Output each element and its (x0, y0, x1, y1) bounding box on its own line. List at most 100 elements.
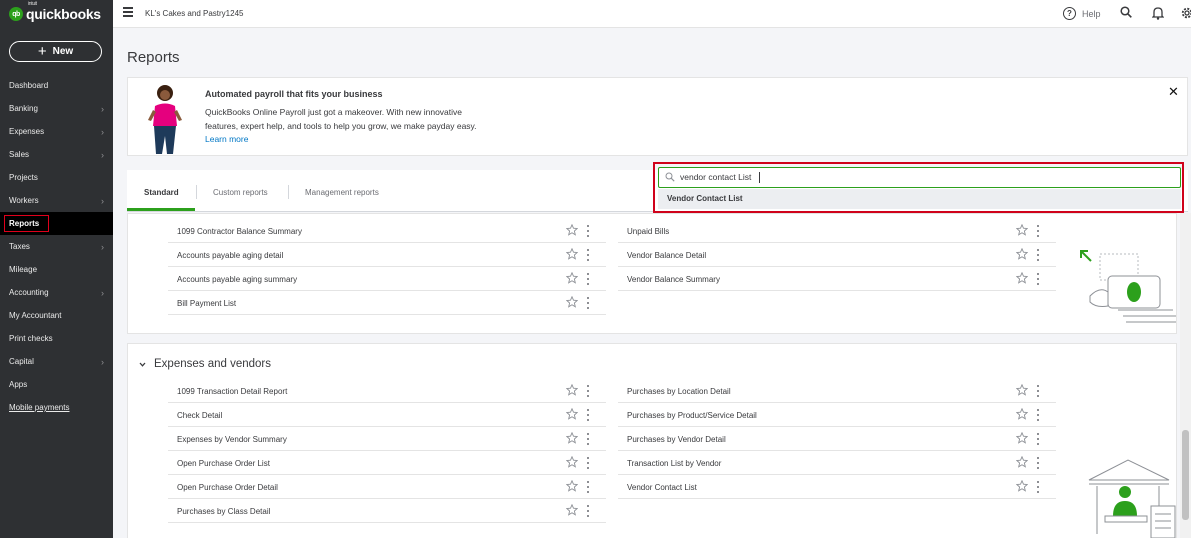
more-options-icon[interactable] (1036, 457, 1040, 469)
report-row[interactable]: Purchases by Vendor Detail (618, 427, 1056, 451)
more-options-icon[interactable] (1036, 481, 1040, 493)
report-row[interactable]: Purchases by Location Detail (618, 379, 1056, 403)
section-title[interactable]: Expenses and vendors (154, 358, 271, 370)
report-row[interactable]: Vendor Balance Summary (618, 267, 1056, 291)
report-link[interactable]: Expenses by Vendor Summary (177, 435, 287, 444)
sidebar-item-workers[interactable]: Workers › (0, 189, 113, 212)
star-favorite-icon[interactable] (1016, 456, 1028, 468)
star-favorite-icon[interactable] (1016, 272, 1028, 284)
report-row[interactable]: Transaction List by Vendor (618, 451, 1056, 475)
report-row[interactable]: Bill Payment List (168, 291, 606, 315)
report-row[interactable]: Check Detail (168, 403, 606, 427)
search-input[interactable] (680, 169, 1160, 185)
report-row[interactable]: Unpaid Bills (618, 219, 1056, 243)
help-icon[interactable]: ? (1063, 7, 1076, 20)
star-favorite-icon[interactable] (566, 224, 578, 236)
star-favorite-icon[interactable] (1016, 248, 1028, 260)
report-link[interactable]: Vendor Balance Summary (627, 275, 720, 284)
sidebar-item-banking[interactable]: Banking › (0, 97, 113, 120)
star-favorite-icon[interactable] (566, 296, 578, 308)
report-link[interactable]: Bill Payment List (177, 299, 236, 308)
sidebar-item-mileage[interactable]: Mileage (0, 258, 113, 281)
hamburger-menu-icon[interactable] (123, 7, 133, 17)
star-favorite-icon[interactable] (1016, 408, 1028, 420)
report-link[interactable]: Accounts payable aging detail (177, 251, 283, 260)
report-link[interactable]: Transaction List by Vendor (627, 459, 721, 468)
report-link[interactable]: Open Purchase Order List (177, 459, 270, 468)
sidebar-item-apps[interactable]: Apps (0, 373, 113, 396)
tab-management-reports[interactable]: Management reports (305, 188, 379, 197)
gear-icon[interactable] (1181, 6, 1191, 20)
search-suggestion[interactable]: Vendor Contact List (658, 189, 1181, 209)
more-options-icon[interactable] (586, 481, 590, 493)
star-favorite-icon[interactable] (1016, 224, 1028, 236)
more-options-icon[interactable] (586, 385, 590, 397)
report-row[interactable]: Open Purchase Order List (168, 451, 606, 475)
more-options-icon[interactable] (586, 297, 590, 309)
star-favorite-icon[interactable] (566, 504, 578, 516)
star-favorite-icon[interactable] (566, 480, 578, 492)
report-link[interactable]: Check Detail (177, 411, 222, 420)
sidebar-item-expenses[interactable]: Expenses › (0, 120, 113, 143)
sidebar-item-mobile-payments[interactable]: Mobile payments (0, 396, 113, 419)
report-search-box[interactable] (658, 167, 1181, 188)
more-options-icon[interactable] (1036, 249, 1040, 261)
report-link[interactable]: 1099 Contractor Balance Summary (177, 227, 302, 236)
report-row[interactable]: Expenses by Vendor Summary (168, 427, 606, 451)
report-link[interactable]: Vendor Contact List (627, 483, 697, 492)
report-row[interactable]: Vendor Balance Detail (618, 243, 1056, 267)
help-label[interactable]: Help (1082, 9, 1101, 19)
report-link[interactable]: Vendor Balance Detail (627, 251, 706, 260)
report-link[interactable]: Purchases by Location Detail (627, 387, 731, 396)
star-favorite-icon[interactable] (1016, 432, 1028, 444)
quickbooks-logo[interactable]: qb intuit quickbooks (9, 1, 101, 22)
more-options-icon[interactable] (1036, 225, 1040, 237)
report-link[interactable]: Open Purchase Order Detail (177, 483, 278, 492)
more-options-icon[interactable] (1036, 273, 1040, 285)
more-options-icon[interactable] (1036, 385, 1040, 397)
more-options-icon[interactable] (586, 505, 590, 517)
more-options-icon[interactable] (586, 457, 590, 469)
more-options-icon[interactable] (586, 225, 590, 237)
sidebar-item-sales[interactable]: Sales › (0, 143, 113, 166)
notifications-bell-icon[interactable] (1152, 6, 1164, 20)
more-options-icon[interactable] (1036, 433, 1040, 445)
report-link[interactable]: Purchases by Vendor Detail (627, 435, 726, 444)
star-favorite-icon[interactable] (1016, 480, 1028, 492)
report-row[interactable]: Purchases by Product/Service Detail (618, 403, 1056, 427)
report-row[interactable]: 1099 Transaction Detail Report (168, 379, 606, 403)
report-link[interactable]: Purchases by Class Detail (177, 507, 270, 516)
report-row[interactable]: Open Purchase Order Detail (168, 475, 606, 499)
sidebar-item-reports[interactable]: Reports (0, 212, 113, 235)
chevron-down-icon[interactable] (139, 361, 146, 368)
star-favorite-icon[interactable] (566, 248, 578, 260)
search-icon[interactable] (1120, 6, 1132, 18)
more-options-icon[interactable] (586, 249, 590, 261)
sidebar-item-accounting[interactable]: Accounting › (0, 281, 113, 304)
sidebar-item-my-accountant[interactable]: My Accountant (0, 304, 113, 327)
sidebar-item-print-checks[interactable]: Print checks (0, 327, 113, 350)
tab-standard[interactable]: Standard (144, 188, 179, 197)
more-options-icon[interactable] (586, 433, 590, 445)
report-row[interactable]: 1099 Contractor Balance Summary (168, 219, 606, 243)
scrollbar-thumb[interactable] (1182, 430, 1189, 520)
new-button[interactable]: + New (9, 41, 102, 62)
report-link[interactable]: Purchases by Product/Service Detail (627, 411, 757, 420)
more-options-icon[interactable] (1036, 409, 1040, 421)
report-row[interactable]: Purchases by Class Detail (168, 499, 606, 523)
sidebar-item-dashboard[interactable]: Dashboard (0, 74, 113, 97)
report-link[interactable]: Accounts payable aging summary (177, 275, 297, 284)
report-link[interactable]: 1099 Transaction Detail Report (177, 387, 287, 396)
more-options-icon[interactable] (586, 409, 590, 421)
star-favorite-icon[interactable] (566, 432, 578, 444)
star-favorite-icon[interactable] (566, 384, 578, 396)
sidebar-item-taxes[interactable]: Taxes › (0, 235, 113, 258)
report-link[interactable]: Unpaid Bills (627, 227, 669, 236)
tab-custom-reports[interactable]: Custom reports (213, 188, 268, 197)
learn-more-link[interactable]: Learn more (205, 134, 248, 144)
report-row[interactable]: Accounts payable aging summary (168, 267, 606, 291)
star-favorite-icon[interactable] (566, 456, 578, 468)
close-banner-icon[interactable]: ✕ (1168, 84, 1179, 100)
sidebar-item-projects[interactable]: Projects (0, 166, 113, 189)
star-favorite-icon[interactable] (1016, 384, 1028, 396)
